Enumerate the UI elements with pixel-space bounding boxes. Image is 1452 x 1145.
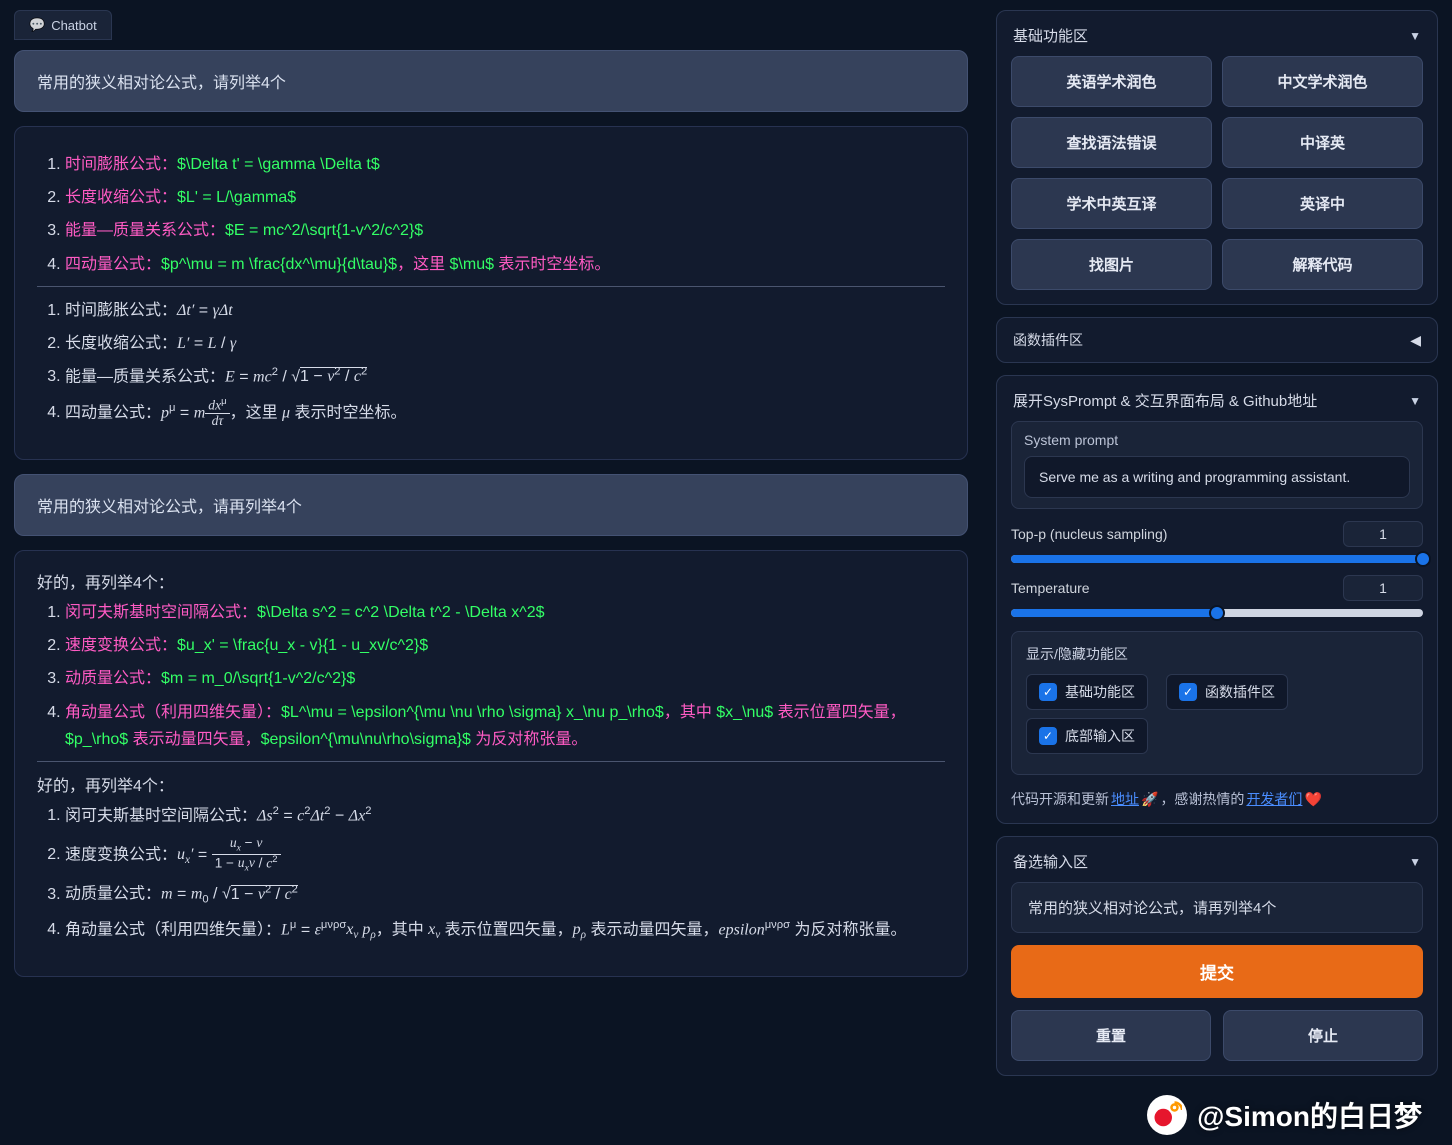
separator [37,761,945,762]
list-item: 长度收缩公式：$L' = L/\gamma$ [65,184,945,211]
toggle-plugins[interactable]: ✓ 函数插件区 [1166,674,1288,710]
btn-find-grammar[interactable]: 查找语法错误 [1011,117,1212,168]
slider-thumb[interactable] [1209,605,1225,621]
rendered-formula-list-2: 闵可夫斯基时空间隔公式：Δs2 = c2Δt2 − Δx2 速度变换公式：ux′… [37,802,945,945]
alt-input-panel: 备选输入区 ▼ 常用的狭义相对论公式，请再列举4个 提交 重置 停止 [996,836,1438,1076]
btn-zh-to-en[interactable]: 中译英 [1222,117,1423,168]
list-item: 速度变换公式：ux′ = ux − v1 − uxv / c2 [65,836,945,875]
raw-formula-list-1: 时间膨胀公式：$\Delta t' = \gamma \Delta t$ 长度收… [37,151,945,278]
rendered-formula-list-1: 时间膨胀公式：Δt′ = γΔt 长度收缩公式：L′ = L / γ 能量—质量… [37,297,945,429]
user-message-1: 常用的狭义相对论公式，请列举4个 [14,50,968,112]
system-prompt-box: System prompt Serve me as a writing and … [1011,421,1423,509]
list-item: 能量—质量关系公式：$E = mc^2/\sqrt{1-v^2/c^2}$ [65,217,945,244]
list-item: 闵可夫斯基时空间隔公式：$\Delta s^2 = c^2 \Delta t^2… [65,599,945,626]
btn-english-polish[interactable]: 英语学术润色 [1011,56,1212,107]
top-p-label: Top-p (nucleus sampling) [1011,526,1167,542]
btn-academic-translate[interactable]: 学术中英互译 [1011,178,1212,229]
chevron-down-icon: ▼ [1409,855,1421,869]
toggle-bottom-input[interactable]: ✓ 底部输入区 [1026,718,1148,754]
assistant-message-2: 好的，再列举4个： 闵可夫斯基时空间隔公式：$\Delta s^2 = c^2 … [14,550,968,976]
plugins-panel: 函数插件区 ◀ [996,317,1438,363]
heart-icon: ❤️ [1304,791,1321,808]
alt-input-panel-title: 备选输入区 [1013,851,1088,872]
list-item: 速度变换公式：$u_x' = \frac{u_x - v}{1 - u_xv/c… [65,632,945,659]
list-item: 长度收缩公式：L′ = L / γ [65,330,945,357]
tab-bar: 💬 Chatbot [14,10,968,40]
temperature-label: Temperature [1011,580,1090,596]
advanced-panel-header[interactable]: 展开SysPrompt & 交互界面布局 & Github地址 ▼ [1011,386,1423,421]
checkbox-checked-icon: ✓ [1179,683,1197,701]
list-item: 时间膨胀公式：$\Delta t' = \gamma \Delta t$ [65,151,945,178]
toggle-basic[interactable]: ✓ 基础功能区 [1026,674,1148,710]
separator [37,286,945,287]
temperature-slider[interactable] [1011,609,1423,617]
stop-button[interactable]: 停止 [1223,1010,1423,1061]
btn-explain-code[interactable]: 解释代码 [1222,239,1423,290]
btn-en-to-zh[interactable]: 英译中 [1222,178,1423,229]
user-message-1-text: 常用的狭义相对论公式，请列举4个 [37,75,286,92]
alt-input-panel-header[interactable]: 备选输入区 ▼ [1011,847,1423,882]
assistant-2-intro: 好的，再列举4个： [37,569,945,593]
top-p-slider[interactable] [1011,555,1423,563]
list-item: 角动量公式（利用四维矢量）：Lμ = εμνρσxν pρ，其中 xν 表示位置… [65,916,945,946]
visibility-toggles: 显示/隐藏功能区 ✓ 基础功能区 ✓ 函数插件区 ✓ 底部输入区 [1011,631,1423,775]
basic-panel: 基础功能区 ▼ 英语学术润色 中文学术润色 查找语法错误 中译英 学术中英互译 … [996,10,1438,305]
chevron-left-icon: ◀ [1410,332,1421,349]
submit-button[interactable]: 提交 [1011,945,1423,998]
raw-formula-list-2: 闵可夫斯基时空间隔公式：$\Delta s^2 = c^2 \Delta t^2… [37,599,945,753]
list-item: 角动量公式（利用四维矢量）：$L^\mu = \epsilon^{\mu \nu… [65,699,945,753]
basic-panel-title: 基础功能区 [1013,25,1088,46]
user-message-2-text: 常用的狭义相对论公式，请再列举4个 [37,499,302,516]
list-item: 动质量公式：m = m0 / √1 − v2 / c2 [65,880,945,910]
basic-panel-header[interactable]: 基础功能区 ▼ [1011,21,1423,56]
top-p-row: Top-p (nucleus sampling) 1 [1011,521,1423,563]
btn-find-image[interactable]: 找图片 [1011,239,1212,290]
system-prompt-label: System prompt [1024,432,1410,448]
checkbox-checked-icon: ✓ [1039,727,1057,745]
advanced-panel-title: 展开SysPrompt & 交互界面布局 & Github地址 [1013,390,1317,411]
chat-pane: 💬 Chatbot 常用的狭义相对论公式，请列举4个 时间膨胀公式：$\Delt… [0,0,982,1145]
checkbox-checked-icon: ✓ [1039,683,1057,701]
reset-button[interactable]: 重置 [1011,1010,1211,1061]
temperature-row: Temperature 1 [1011,575,1423,617]
plugins-panel-title: 函数插件区 [1013,330,1083,350]
system-prompt-input[interactable]: Serve me as a writing and programming as… [1024,456,1410,498]
list-item: 动质量公式：$m = m_0/\sqrt{1-v^2/c^2}$ [65,665,945,692]
rocket-icon: 🚀 [1141,791,1158,808]
control-pane: 基础功能区 ▼ 英语学术润色 中文学术润色 查找语法错误 中译英 学术中英互译 … [982,0,1452,1145]
footer-line: 代码开源和更新 地址 🚀 ，感谢热情的 开发者们 ❤️ [1011,789,1423,809]
temperature-value[interactable]: 1 [1343,575,1423,601]
chevron-down-icon: ▼ [1409,394,1421,408]
repo-link[interactable]: 地址 [1111,789,1139,809]
contributors-link[interactable]: 开发者们 [1246,789,1302,809]
list-item: 时间膨胀公式：Δt′ = γΔt [65,297,945,324]
basic-button-grid: 英语学术润色 中文学术润色 查找语法错误 中译英 学术中英互译 英译中 找图片 … [1011,56,1423,290]
plugins-panel-header[interactable]: 函数插件区 ◀ [1011,328,1423,352]
top-p-value[interactable]: 1 [1343,521,1423,547]
alt-input-field[interactable]: 常用的狭义相对论公式，请再列举4个 [1011,882,1423,933]
chevron-down-icon: ▼ [1409,29,1421,43]
list-item: 四动量公式：$p^\mu = m \frac{dx^\mu}{d\tau}$，这… [65,251,945,278]
btn-chinese-polish[interactable]: 中文学术润色 [1222,56,1423,107]
list-item: 能量—质量关系公式：E = mc2 / √1 − v2 / c2 [65,363,945,391]
assistant-2-rendered-intro: 好的，再列举4个： [37,772,945,796]
list-item: 闵可夫斯基时空间隔公式：Δs2 = c2Δt2 − Δx2 [65,802,945,830]
user-message-2: 常用的狭义相对论公式，请再列举4个 [14,474,968,536]
assistant-message-1: 时间膨胀公式：$\Delta t' = \gamma \Delta t$ 长度收… [14,126,968,460]
tab-label: Chatbot [51,18,97,33]
chat-icon: 💬 [29,17,45,33]
advanced-panel: 展开SysPrompt & 交互界面布局 & Github地址 ▼ System… [996,375,1438,824]
list-item: 四动量公式：pμ = mdxμdτ，这里 μ 表示时空坐标。 [65,397,945,429]
chatbot-tab[interactable]: 💬 Chatbot [14,10,112,40]
slider-thumb[interactable] [1415,551,1431,567]
visibility-toggles-title: 显示/隐藏功能区 [1026,644,1408,664]
